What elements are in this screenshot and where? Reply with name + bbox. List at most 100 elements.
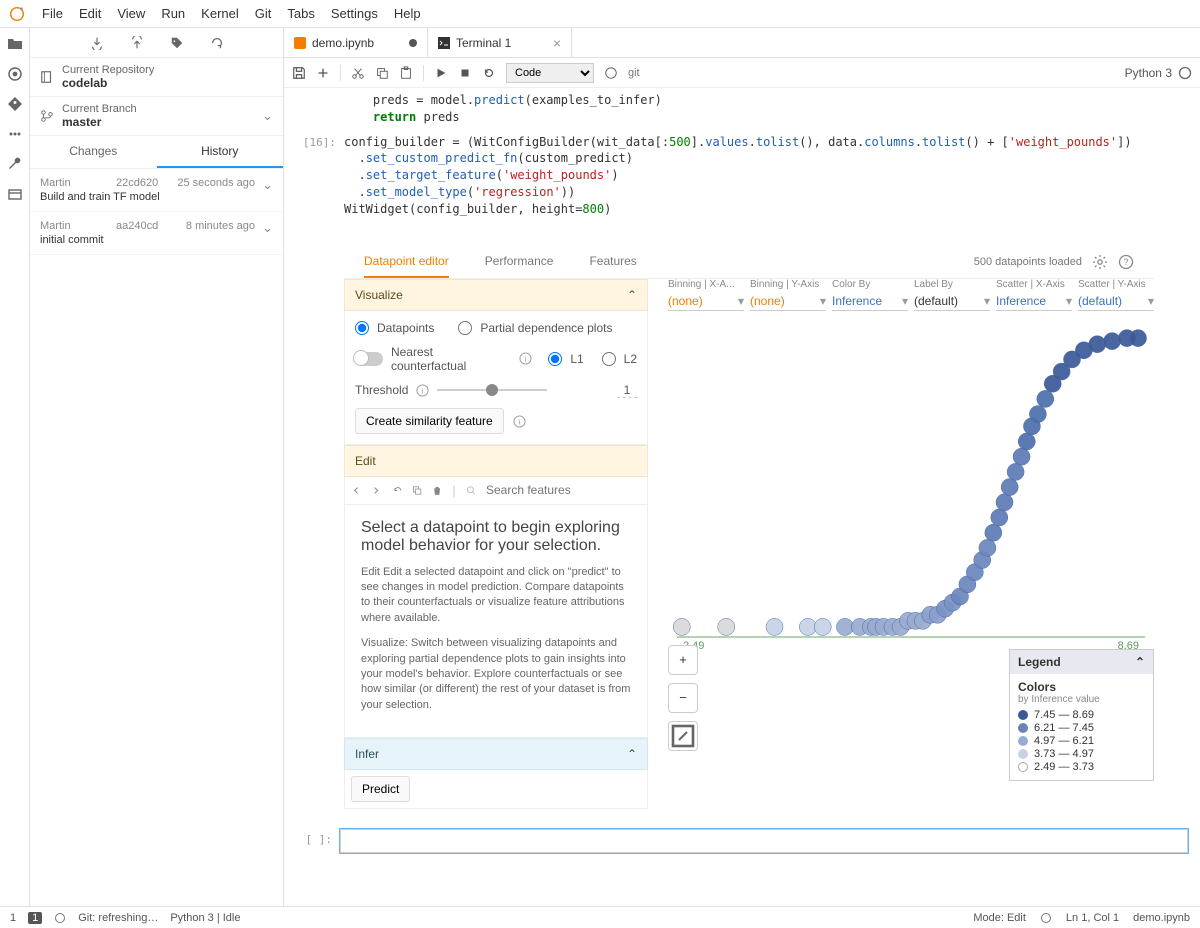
menu-run[interactable]: Run (153, 6, 193, 21)
scatter-point[interactable] (766, 618, 783, 635)
save-icon[interactable] (292, 66, 306, 80)
expand-button[interactable] (668, 721, 698, 751)
wit-control[interactable]: Label By(default)▾ (914, 279, 990, 311)
menu-kernel[interactable]: Kernel (193, 6, 247, 21)
scatter-point[interactable] (718, 618, 735, 635)
scatter-plot[interactable]: 2.49 8.69 + − Legend⌃ Co (668, 321, 1154, 651)
wit-control[interactable]: Scatter | X-AxisInference▾ (996, 279, 1072, 311)
status-bar: 1 1 Git: refreshing… Python 3 | Idle Mod… (0, 906, 1200, 928)
l1-radio[interactable] (548, 352, 562, 366)
menu-git[interactable]: Git (247, 6, 280, 21)
delete-icon[interactable] (432, 484, 442, 497)
info-icon[interactable]: i (519, 352, 532, 365)
running-icon[interactable] (7, 66, 23, 82)
commit-row[interactable]: Martin22cd62025 seconds agoBuild and tra… (30, 169, 283, 212)
git-small-icon[interactable] (604, 66, 618, 80)
pdp-radio[interactable] (458, 321, 472, 335)
l2-radio[interactable] (602, 352, 616, 366)
scatter-point[interactable] (814, 618, 831, 635)
infer-section-header[interactable]: Infer⌃ (344, 738, 648, 770)
pull-icon[interactable] (90, 36, 104, 50)
copy-icon[interactable] (375, 66, 389, 80)
scatter-point[interactable] (1007, 463, 1024, 480)
search-features-input[interactable] (486, 483, 641, 497)
current-repo-row[interactable]: Current Repository codelab (30, 58, 283, 97)
gear-icon[interactable] (1092, 254, 1108, 270)
wrench-icon[interactable] (7, 156, 23, 172)
close-icon[interactable]: × (553, 35, 561, 51)
wit-control[interactable]: Scatter | Y-Axis(default)▾ (1078, 279, 1154, 311)
scatter-point[interactable] (996, 493, 1013, 510)
add-icon[interactable] (316, 66, 330, 80)
scatter-point[interactable] (985, 524, 1002, 541)
push-icon[interactable] (130, 36, 144, 50)
scatter-point[interactable] (1018, 433, 1035, 450)
wit-tab-editor[interactable]: Datapoint editor (364, 246, 449, 278)
menu-file[interactable]: File (34, 6, 71, 21)
edit-section-header[interactable]: Edit (344, 445, 648, 477)
chevron-right-icon[interactable] (371, 484, 381, 497)
commit-row[interactable]: Martinaa240cd8 minutes agoinitial commit… (30, 212, 283, 255)
code-input[interactable] (340, 829, 1188, 853)
tag-icon[interactable] (170, 36, 184, 50)
scatter-point[interactable] (1013, 448, 1030, 465)
create-similarity-button[interactable]: Create similarity feature (355, 408, 504, 434)
info-icon[interactable]: i (513, 415, 526, 428)
scatter-point[interactable] (673, 618, 690, 635)
menu-edit[interactable]: Edit (71, 6, 109, 21)
menu-settings[interactable]: Settings (323, 6, 386, 21)
threshold-slider[interactable] (437, 389, 547, 391)
menu-view[interactable]: View (109, 6, 153, 21)
refresh-icon[interactable] (210, 36, 224, 50)
scatter-point[interactable] (1089, 335, 1106, 352)
counterfactual-toggle[interactable] (355, 352, 383, 366)
scatter-point[interactable] (1029, 405, 1046, 422)
zoom-out-button[interactable]: − (668, 683, 698, 713)
repo-icon (40, 70, 54, 84)
predict-button[interactable]: Predict (351, 776, 410, 802)
scatter-point[interactable] (1130, 329, 1147, 346)
scatter-point[interactable] (979, 539, 996, 556)
info-icon[interactable]: i (416, 384, 429, 397)
undo-icon[interactable] (392, 484, 402, 497)
legend-colors-label: Colors (1018, 680, 1145, 694)
notebook-body[interactable]: preds = model.predict(examples_to_infer)… (284, 88, 1200, 906)
tab-terminal[interactable]: Terminal 1 × (428, 28, 572, 57)
scatter-point[interactable] (836, 618, 853, 635)
kernel-indicator[interactable]: Python 3 (1125, 66, 1192, 80)
menu-help[interactable]: Help (386, 6, 429, 21)
zoom-in-button[interactable]: + (668, 645, 698, 675)
tab-changes[interactable]: Changes (30, 136, 157, 168)
chevron-left-icon[interactable] (351, 484, 361, 497)
commands-icon[interactable] (7, 126, 23, 142)
scatter-point[interactable] (1001, 478, 1018, 495)
empty-code-cell[interactable]: [ ]: (284, 829, 1188, 853)
wit-tab-performance[interactable]: Performance (485, 246, 554, 278)
run-icon[interactable] (434, 66, 448, 80)
scatter-point[interactable] (1037, 390, 1054, 407)
cut-icon[interactable] (351, 66, 365, 80)
menu-tabs[interactable]: Tabs (279, 6, 322, 21)
duplicate-icon[interactable] (412, 484, 422, 497)
wit-control[interactable]: Binning | X-A...(none)▾ (668, 279, 744, 311)
tab-demo-notebook[interactable]: demo.ipynb (284, 28, 428, 57)
datapoints-radio[interactable] (355, 321, 369, 335)
cell-type-select[interactable]: Code (506, 63, 594, 83)
legend-header[interactable]: Legend⌃ (1010, 650, 1153, 674)
visualize-section-header[interactable]: Visualize⌃ (344, 279, 648, 311)
scatter-point[interactable] (991, 509, 1008, 526)
tabs-icon[interactable] (7, 186, 23, 202)
restart-icon[interactable] (482, 66, 496, 80)
tab-history[interactable]: History (157, 136, 284, 168)
paste-icon[interactable] (399, 66, 413, 80)
stop-icon[interactable] (458, 66, 472, 80)
folder-icon[interactable] (7, 36, 23, 52)
scatter-point[interactable] (799, 618, 816, 635)
git-icon[interactable] (7, 96, 23, 112)
wit-control[interactable]: Binning | Y-Axis(none)▾ (750, 279, 826, 311)
wit-tab-features[interactable]: Features (589, 246, 636, 278)
wit-control[interactable]: Color ByInference▾ (832, 279, 908, 311)
scatter-point[interactable] (1104, 332, 1121, 349)
help-icon[interactable]: ? (1118, 254, 1134, 270)
current-branch-row[interactable]: Current Branch master ⌄ (30, 97, 283, 136)
